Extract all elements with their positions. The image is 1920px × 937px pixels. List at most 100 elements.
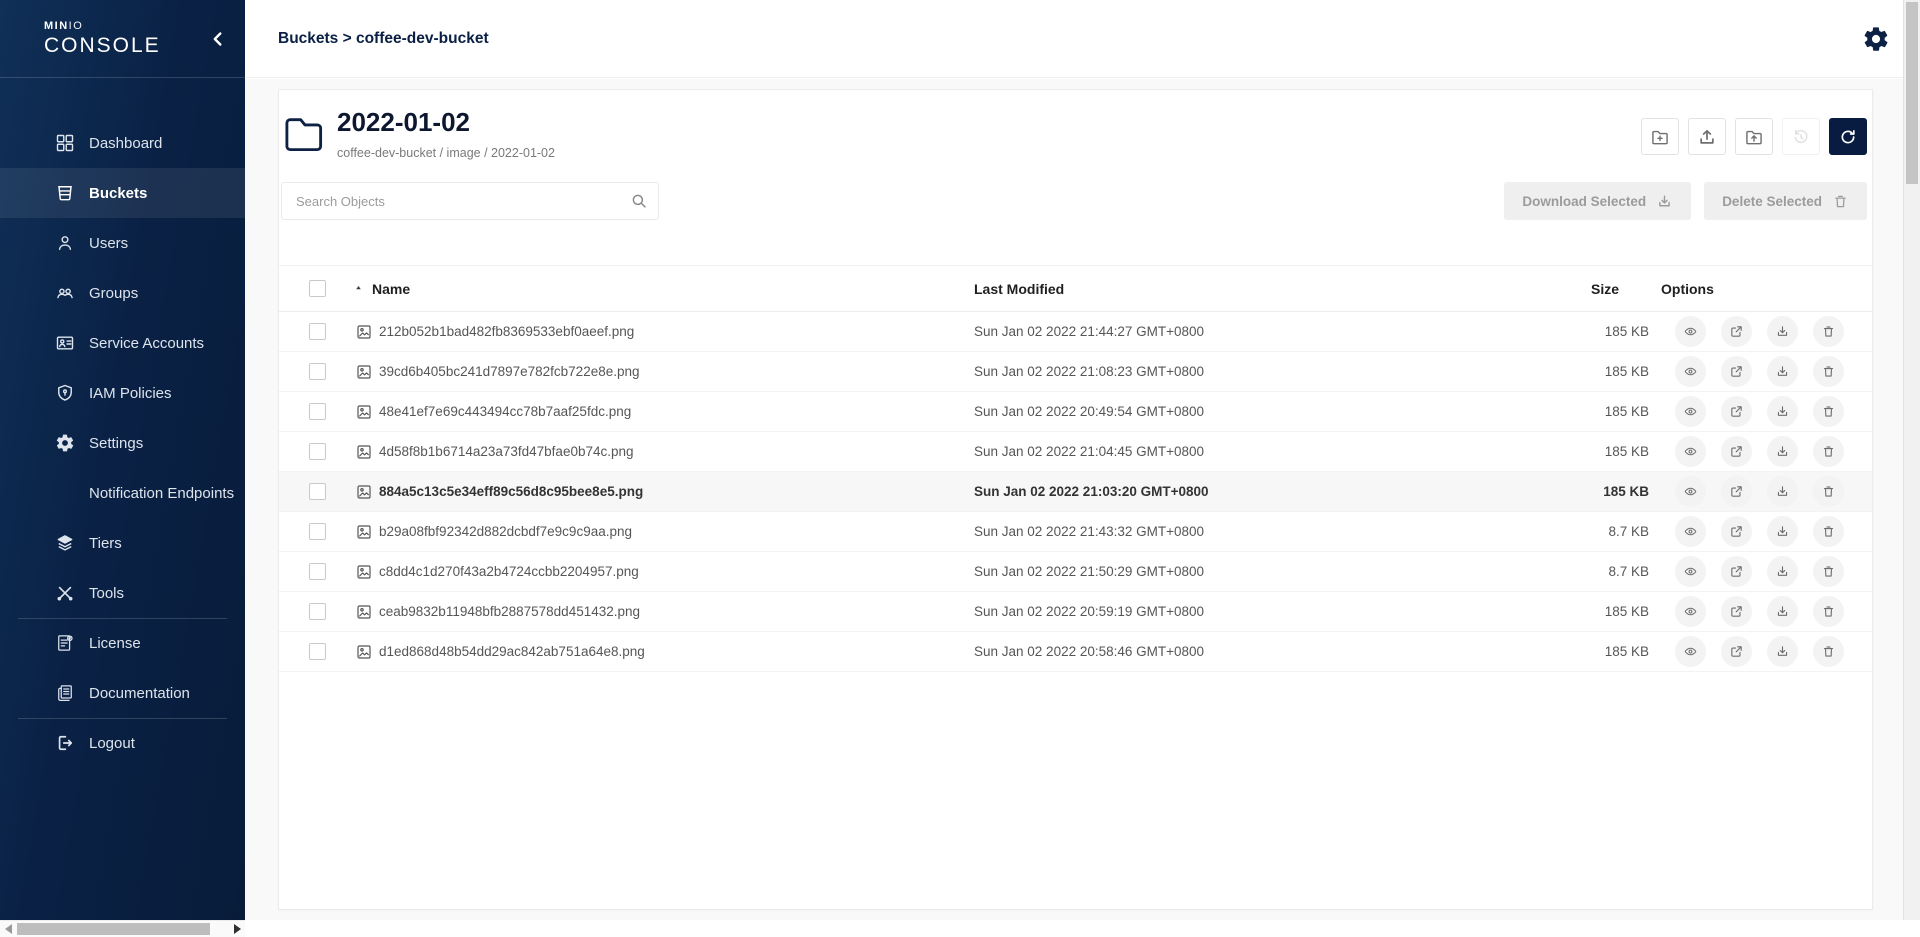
download-object-button[interactable] [1767, 396, 1798, 427]
download-icon [1775, 404, 1790, 419]
sidebar-item-tiers[interactable]: Tiers [0, 518, 245, 568]
delete-object-button[interactable] [1813, 596, 1844, 627]
sidebar-item-users[interactable]: Users [0, 218, 245, 268]
share-object-button[interactable] [1721, 636, 1752, 667]
upload-file-button[interactable] [1688, 118, 1726, 155]
preview-object-button[interactable] [1675, 516, 1706, 547]
select-all-checkbox[interactable] [309, 280, 326, 297]
delete-object-button[interactable] [1813, 636, 1844, 667]
new-path-button[interactable] [1641, 118, 1679, 155]
delete-object-button[interactable] [1813, 556, 1844, 587]
object-name: 212b052b1bad482fb8369533ebf0aeef.png [379, 324, 634, 339]
delete-object-button[interactable] [1813, 516, 1844, 547]
table-row[interactable]: 48e41ef7e69c443494cc78b7aaf25fdc.png Sun… [279, 392, 1872, 432]
delete-object-button[interactable] [1813, 476, 1844, 507]
table-row[interactable]: c8dd4c1d270f43a2b4724ccbb2204957.png Sun… [279, 552, 1872, 592]
share-icon [1729, 644, 1744, 659]
share-object-button[interactable] [1721, 476, 1752, 507]
column-header-size[interactable]: Size [1429, 281, 1649, 297]
download-icon [1775, 644, 1790, 659]
sidebar-item-iam-policies[interactable]: IAM Policies [0, 368, 245, 418]
row-checkbox[interactable] [309, 603, 326, 620]
download-object-button[interactable] [1767, 516, 1798, 547]
row-checkbox[interactable] [309, 523, 326, 540]
row-checkbox[interactable] [309, 483, 326, 500]
search-box [281, 182, 659, 220]
row-checkbox[interactable] [309, 363, 326, 380]
share-object-button[interactable] [1721, 316, 1752, 347]
preview-object-button[interactable] [1675, 636, 1706, 667]
sidebar-item-documentation[interactable]: Documentation [0, 668, 245, 718]
sidebar-item-license[interactable]: License [0, 618, 245, 668]
scroll-right-arrow-icon[interactable] [234, 924, 241, 934]
preview-object-button[interactable] [1675, 556, 1706, 587]
table-row[interactable]: b29a08fbf92342d882dcbdf7e9c9c9aa.png Sun… [279, 512, 1872, 552]
sidebar-item-tools[interactable]: Tools [0, 568, 245, 618]
table-row[interactable]: ceab9832b11948bfb2887578dd451432.png Sun… [279, 592, 1872, 632]
share-object-button[interactable] [1721, 396, 1752, 427]
preview-object-button[interactable] [1675, 316, 1706, 347]
upload-folder-button[interactable] [1735, 118, 1773, 155]
sidebar-item-notification-endpoints[interactable]: Notification Endpoints [0, 468, 245, 518]
sort-asc-icon[interactable] [353, 283, 364, 294]
preview-object-button[interactable] [1675, 436, 1706, 467]
preview-icon [1683, 404, 1698, 419]
preview-object-button[interactable] [1675, 396, 1706, 427]
sidebar-item-buckets[interactable]: Buckets [0, 168, 245, 218]
table-row[interactable]: 212b052b1bad482fb8369533ebf0aeef.png Sun… [279, 312, 1872, 352]
object-name: 884a5c13c5e34eff89c56d8c95bee8e5.png [379, 484, 643, 499]
row-checkbox[interactable] [309, 403, 326, 420]
delete-object-button[interactable] [1813, 396, 1844, 427]
collapse-sidebar-icon[interactable] [207, 28, 229, 50]
download-object-button[interactable] [1767, 596, 1798, 627]
download-object-button[interactable] [1767, 316, 1798, 347]
delete-object-button[interactable] [1813, 316, 1844, 347]
table-row[interactable]: d1ed868d48b54dd29ac842ab751a64e8.png Sun… [279, 632, 1872, 672]
sidebar-item-logout[interactable]: Logout [0, 718, 245, 768]
download-object-button[interactable] [1767, 556, 1798, 587]
share-object-button[interactable] [1721, 436, 1752, 467]
delete-object-button[interactable] [1813, 356, 1844, 387]
preview-object-button[interactable] [1675, 476, 1706, 507]
vertical-scrollbar[interactable] [1903, 0, 1920, 920]
sidebar-item-dashboard[interactable]: Dashboard [0, 118, 245, 168]
download-object-button[interactable] [1767, 436, 1798, 467]
share-object-button[interactable] [1721, 556, 1752, 587]
vertical-scrollbar-thumb[interactable] [1906, 2, 1918, 184]
rewind-icon [1791, 127, 1811, 147]
column-header-name[interactable]: Name [372, 281, 410, 297]
preview-icon [1683, 364, 1698, 379]
sidebar-item-service-accounts[interactable]: Service Accounts [0, 318, 245, 368]
refresh-button[interactable] [1829, 118, 1867, 155]
gear-icon[interactable] [1862, 25, 1890, 53]
horizontal-scrollbar[interactable] [0, 920, 245, 937]
row-checkbox[interactable] [309, 443, 326, 460]
table-row[interactable]: 884a5c13c5e34eff89c56d8c95bee8e5.png Sun… [279, 472, 1872, 512]
share-object-button[interactable] [1721, 596, 1752, 627]
documentation-icon [55, 683, 75, 703]
scroll-left-arrow-icon[interactable] [5, 924, 12, 934]
row-checkbox[interactable] [309, 563, 326, 580]
share-object-button[interactable] [1721, 356, 1752, 387]
preview-object-button[interactable] [1675, 356, 1706, 387]
download-object-button[interactable] [1767, 636, 1798, 667]
download-object-button[interactable] [1767, 356, 1798, 387]
column-header-last-modified[interactable]: Last Modified [974, 281, 1429, 297]
preview-object-button[interactable] [1675, 596, 1706, 627]
row-checkbox[interactable] [309, 323, 326, 340]
table-row[interactable]: 4d58f8b1b6714a23a73fd47bfae0b74c.png Sun… [279, 432, 1872, 472]
object-options [1649, 316, 1872, 347]
horizontal-scrollbar-thumb[interactable] [17, 923, 210, 935]
sidebar-item-groups[interactable]: Groups [0, 268, 245, 318]
image-file-icon [356, 524, 372, 540]
delete-selected-button[interactable]: Delete Selected [1704, 182, 1867, 220]
delete-object-button[interactable] [1813, 436, 1844, 467]
download-selected-button[interactable]: Download Selected [1504, 182, 1691, 220]
image-file-icon [356, 644, 372, 660]
share-object-button[interactable] [1721, 516, 1752, 547]
sidebar-item-settings[interactable]: Settings [0, 418, 245, 468]
table-row[interactable]: 39cd6b405bc241d7897e782fcb722e8e.png Sun… [279, 352, 1872, 392]
download-object-button[interactable] [1767, 476, 1798, 507]
search-input[interactable] [281, 182, 659, 220]
row-checkbox[interactable] [309, 643, 326, 660]
